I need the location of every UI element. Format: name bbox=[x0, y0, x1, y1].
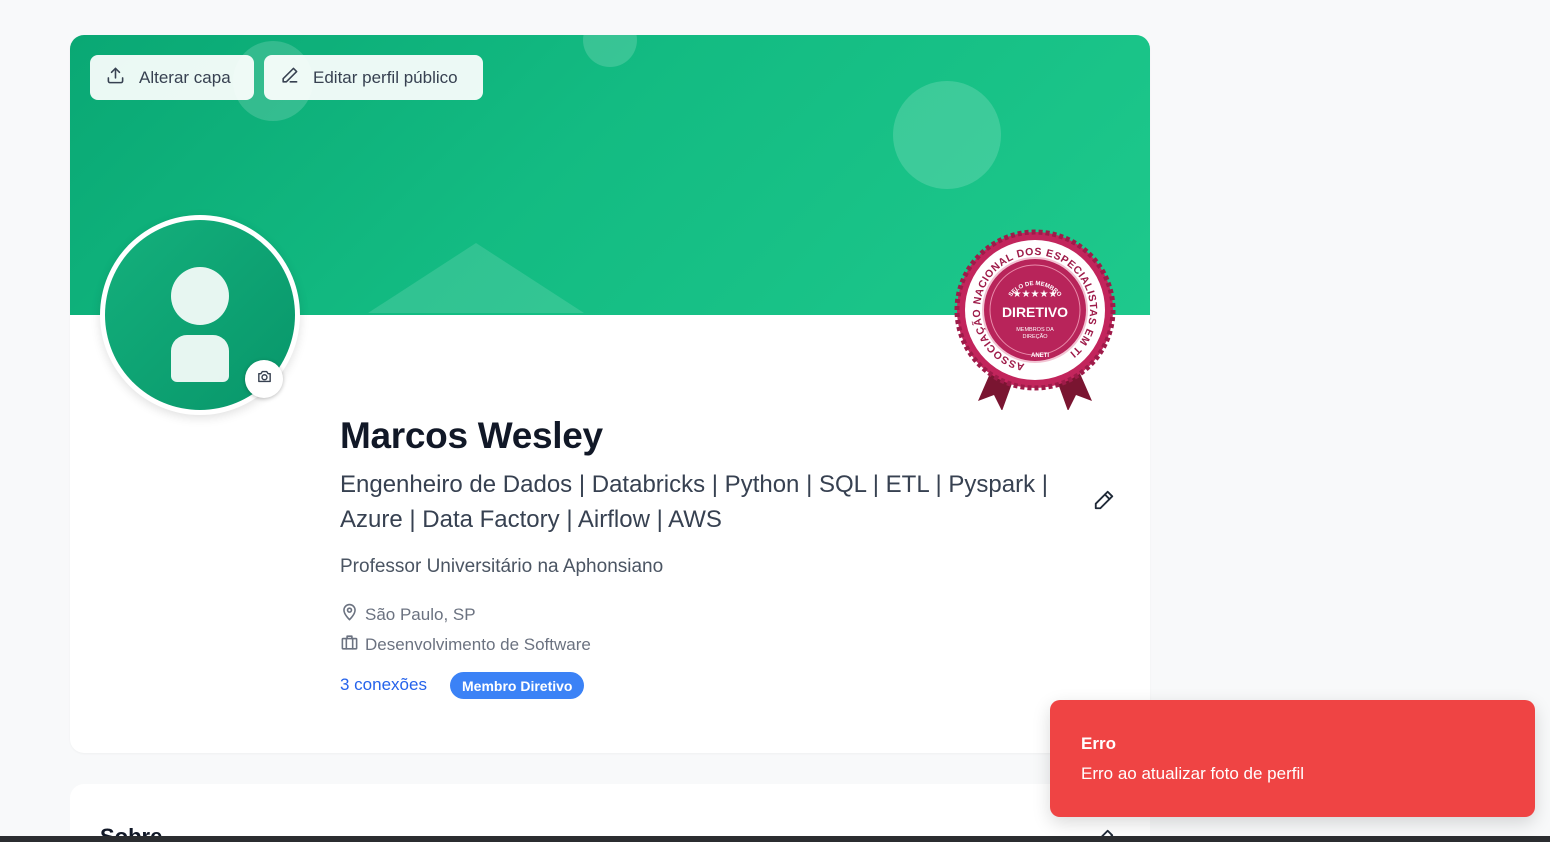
profile-headline: Engenheiro de Dados | Databricks | Pytho… bbox=[340, 471, 1048, 533]
camera-icon bbox=[256, 368, 273, 390]
toast-message: Erro ao atualizar foto de perfil bbox=[1081, 764, 1305, 783]
pencil-icon bbox=[1093, 490, 1115, 515]
change-photo-button[interactable] bbox=[245, 360, 283, 398]
seal-line2: DIREÇÃO bbox=[1022, 333, 1048, 340]
toast-title: Erro bbox=[1081, 734, 1116, 753]
profile-location: São Paulo, SP bbox=[340, 603, 476, 627]
edit-public-profile-label: Editar perfil público bbox=[313, 67, 458, 87]
cover-decoration bbox=[583, 35, 637, 67]
profile-current-position: Professor Universitário na Aphonsiano bbox=[340, 556, 664, 577]
briefcase-icon bbox=[340, 633, 359, 657]
change-cover-label: Alterar capa bbox=[139, 67, 231, 87]
user-silhouette-head bbox=[171, 267, 229, 325]
diretivo-seal: ASSOCIAÇÃO NACIONAL DOS ESPECIALISTAS EM… bbox=[954, 229, 1116, 410]
seal-stars: ★★★★★ bbox=[1013, 289, 1058, 300]
connections-link[interactable]: 3 conexões bbox=[340, 675, 427, 695]
upload-icon bbox=[106, 66, 125, 90]
user-silhouette-body bbox=[171, 335, 229, 382]
window-bottom-edge bbox=[0, 836, 1550, 842]
cover-decoration bbox=[893, 81, 1001, 189]
edit-public-profile-button[interactable]: Editar perfil público bbox=[264, 55, 483, 100]
cover-decoration bbox=[368, 243, 584, 313]
industry-text: Desenvolvimento de Software bbox=[365, 635, 591, 654]
profile-name: Marcos Wesley bbox=[340, 415, 603, 456]
edit-profile-button[interactable] bbox=[1093, 489, 1119, 515]
change-cover-button[interactable]: Alterar capa bbox=[90, 55, 254, 100]
pencil-icon bbox=[280, 66, 299, 90]
about-card: Sobre bbox=[70, 784, 1150, 842]
error-toast[interactable]: Erro Erro ao atualizar foto de perfil bbox=[1050, 700, 1535, 817]
seal-org: ANETI bbox=[1031, 353, 1049, 359]
map-pin-icon bbox=[340, 603, 359, 627]
seal-title: DIRETIVO bbox=[1002, 304, 1068, 320]
member-badge: Membro Diretivo bbox=[450, 672, 585, 699]
profile-industry: Desenvolvimento de Software bbox=[340, 633, 591, 657]
seal-line1: MEMBROS DA bbox=[1016, 327, 1054, 333]
location-text: São Paulo, SP bbox=[365, 605, 476, 624]
avatar[interactable] bbox=[100, 215, 300, 415]
profile-card: Alterar capa Editar perfil público ASSOC… bbox=[70, 35, 1150, 753]
